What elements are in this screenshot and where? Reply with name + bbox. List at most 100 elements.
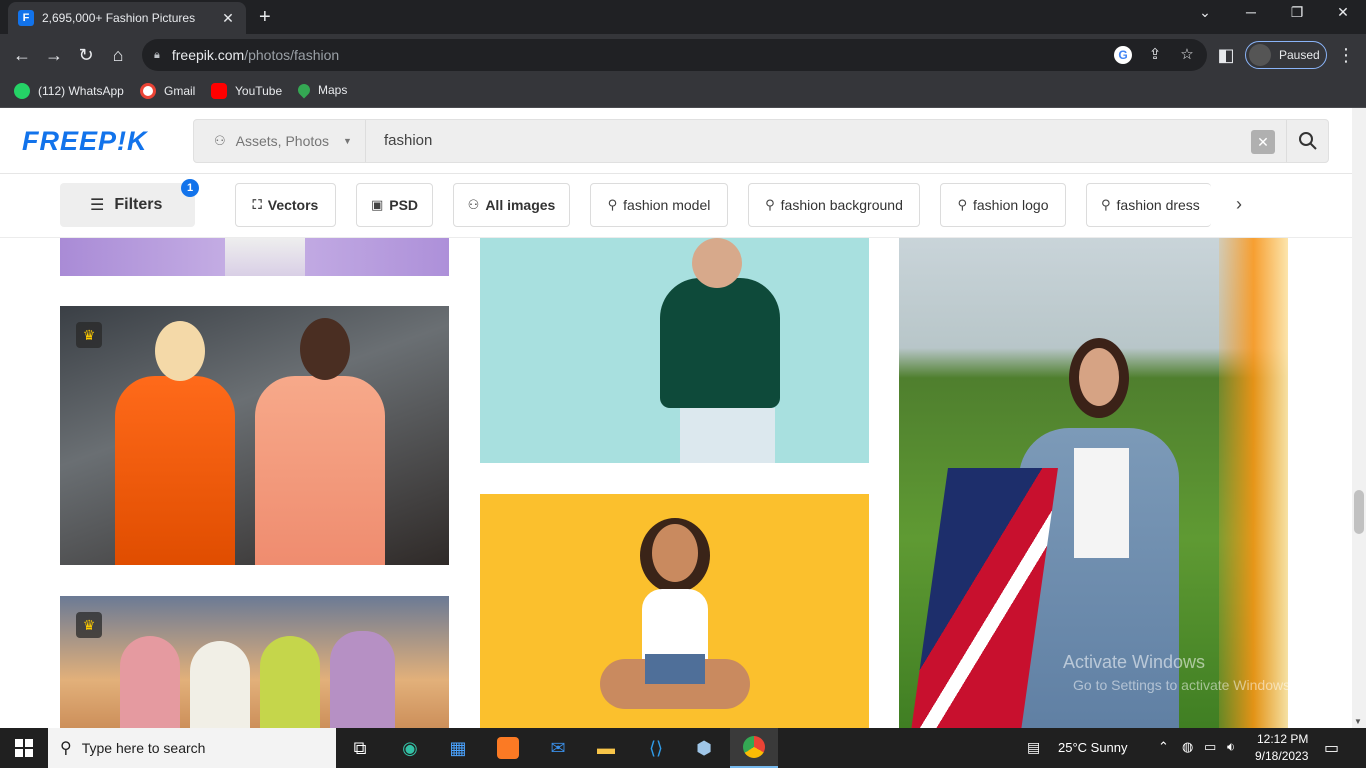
search-input[interactable]: fashion	[384, 132, 432, 149]
url-path: /photos/fashion	[244, 47, 340, 63]
chip-label: fashion background	[780, 197, 903, 213]
chip-vectors[interactable]: ⛶ Vectors	[235, 183, 336, 227]
volume-icon[interactable]: 🔉︎	[1227, 739, 1235, 755]
chevron-right-icon[interactable]: ›	[1236, 194, 1242, 215]
search-button[interactable]	[1286, 120, 1328, 162]
menu-kebab-icon[interactable]: ⋮	[1334, 44, 1358, 66]
figure-shape	[1079, 348, 1119, 406]
reload-icon[interactable]: ↻	[74, 44, 98, 66]
page-scrollbar[interactable]: ▼	[1352, 108, 1366, 728]
edge-icon[interactable]: ◉	[386, 728, 434, 768]
xampp-icon[interactable]	[484, 728, 532, 768]
filter-bar: ☰ Filters 1 ⛶ Vectors ▣ PSD ⚇ All images ⚲ f…	[0, 174, 1352, 238]
bookmark-maps[interactable]: Maps	[295, 81, 347, 99]
close-window-button[interactable]: ✕	[1329, 4, 1357, 21]
file-explorer-icon[interactable]: ▬	[582, 728, 630, 768]
minimize-button[interactable]: ─	[1237, 4, 1265, 20]
network-icon[interactable]: ◍	[1182, 739, 1193, 755]
vscode-icon[interactable]: ⟨⟩	[632, 728, 680, 768]
image-tile-green-hoodie[interactable]	[480, 238, 869, 463]
forward-arrow-icon[interactable]: →	[42, 44, 66, 66]
weather-text[interactable]: 25°C Sunny	[1058, 740, 1128, 755]
share-icon[interactable]: ⇪	[1146, 46, 1164, 64]
store-icon[interactable]: ▦	[434, 728, 482, 768]
chip-fashion-model[interactable]: ⚲ fashion model	[590, 183, 728, 227]
scrollbar-thumb[interactable]	[1354, 490, 1364, 534]
bookmark-gmail[interactable]: Gmail	[140, 83, 195, 99]
figure-shape	[260, 636, 320, 728]
bookmark-star-icon[interactable]: ☆	[1178, 46, 1196, 64]
search-icon: ⚲	[1101, 197, 1111, 212]
premium-crown-icon: ♛	[76, 322, 102, 348]
taskbar-search-box[interactable]: ⚲ Type here to search	[48, 728, 336, 768]
restore-button[interactable]: ❐	[1283, 4, 1311, 21]
chip-all-images[interactable]: ⚇ All images	[453, 183, 570, 227]
images-icon: ⚇	[467, 197, 480, 212]
tab-search-chevron-icon[interactable]: ⌄	[1191, 4, 1219, 21]
chip-fashion-dress[interactable]: ⚲ fashion dress	[1086, 183, 1211, 227]
chip-label: fashion model	[623, 197, 711, 213]
mail-icon[interactable]: ✉	[534, 728, 582, 768]
address-bar[interactable]: 🔒︎ freepik.com/photos/fashion G ⇪ ☆	[142, 39, 1207, 71]
light-flare	[1219, 238, 1288, 728]
youtube-icon	[211, 83, 227, 99]
taskbar-search-placeholder: Type here to search	[81, 740, 206, 756]
lock-icon[interactable]: 🔒︎	[154, 49, 160, 62]
notifications-icon[interactable]: ▭	[1324, 738, 1339, 758]
chip-fashion-logo[interactable]: ⚲ fashion logo	[940, 183, 1066, 227]
tab-title: 2,695,000+ Fashion Pictures	[42, 11, 196, 25]
figure-shape	[190, 641, 250, 728]
bookmark-whatsapp[interactable]: (112) WhatsApp	[14, 83, 124, 99]
side-panel-icon[interactable]: ◧	[1214, 44, 1238, 66]
clock-time[interactable]: 12:12 PM	[1257, 732, 1308, 746]
maps-pin-icon	[295, 81, 313, 99]
scroll-down-arrow-icon[interactable]: ▼	[1354, 717, 1362, 726]
active-tab[interactable]: F 2,695,000+ Fashion Pictures ✕	[8, 2, 246, 34]
bookmark-label: YouTube	[235, 84, 283, 98]
browser-toolbar: ← → ↻ ⌂ 🔒︎ freepik.com/photos/fashion G …	[0, 34, 1366, 76]
freepik-logo[interactable]: FREEP!K	[22, 126, 148, 157]
figure-shape	[300, 318, 350, 380]
profile-button[interactable]: Paused	[1245, 41, 1327, 69]
freepik-favicon-icon: F	[18, 10, 34, 26]
search-bar: ⚇ Assets, Photos ▼ fashion ✕	[193, 119, 1329, 163]
weather-icon[interactable]: ▤	[1027, 739, 1040, 756]
back-arrow-icon[interactable]: ←	[10, 44, 34, 66]
filters-button[interactable]: ☰ Filters	[60, 183, 195, 227]
filters-label: Filters	[114, 196, 163, 213]
virtualbox-icon[interactable]: ⬢	[680, 728, 728, 768]
image-tile-street-fashion[interactable]: ♛	[60, 306, 449, 565]
figure-shape	[155, 321, 205, 381]
new-tab-button[interactable]: +	[259, 6, 271, 29]
tray-chevron-up-icon[interactable]: ⌃	[1158, 739, 1169, 755]
chrome-taskbar-icon[interactable]	[730, 728, 778, 768]
bookmarks-bar: (112) WhatsApp Gmail YouTube Maps	[0, 76, 1366, 108]
chip-label: fashion logo	[973, 197, 1049, 213]
windows-taskbar: ⚲ Type here to search ⧉ ◉ ▦ ✉ ▬ ⟨⟩ ⬢ ▤ 2…	[0, 728, 1366, 768]
figure-shape	[255, 376, 385, 565]
sliders-icon: ☰	[90, 197, 105, 214]
image-tile-summer-hats[interactable]: ♛	[60, 596, 449, 728]
chip-label: fashion dress	[1116, 197, 1200, 213]
battery-icon[interactable]: ▭	[1204, 739, 1216, 755]
start-button[interactable]	[0, 728, 48, 768]
clear-search-button[interactable]: ✕	[1251, 130, 1275, 154]
bookmark-youtube[interactable]: YouTube	[211, 83, 282, 99]
search-icon: ⚲	[60, 740, 72, 757]
profile-status: Paused	[1279, 48, 1320, 62]
home-icon[interactable]: ⌂	[106, 44, 130, 66]
tab-close-icon[interactable]: ✕	[220, 10, 236, 27]
google-lens-icon[interactable]: G	[1114, 46, 1132, 64]
chip-psd[interactable]: ▣ PSD	[356, 183, 433, 227]
chip-fashion-background[interactable]: ⚲ fashion background	[748, 183, 920, 227]
chevron-down-icon: ▼	[343, 136, 352, 146]
image-tile-lavender[interactable]	[60, 238, 449, 276]
activate-windows-hint: Go to Settings to activate Windows.	[1073, 677, 1294, 693]
chip-label: Vectors	[267, 197, 319, 213]
task-view-icon[interactable]: ⧉	[336, 728, 384, 768]
asset-type-dropdown[interactable]: ⚇ Assets, Photos ▼	[194, 120, 366, 162]
activate-windows-title: Activate Windows	[1063, 652, 1206, 672]
chip-label: All images	[485, 197, 556, 213]
clock-date[interactable]: 9/18/2023	[1255, 749, 1308, 763]
image-tile-yellow-sitting[interactable]	[480, 494, 869, 728]
